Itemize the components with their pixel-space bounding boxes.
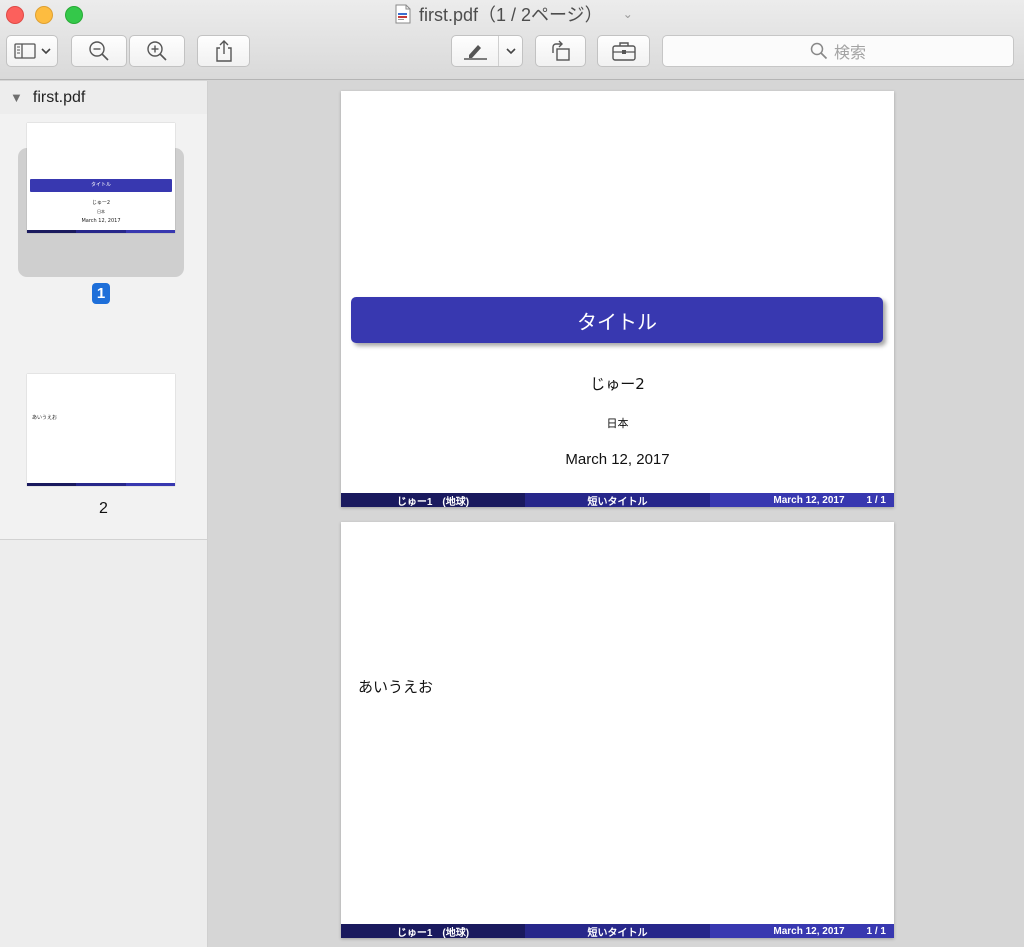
- disclosure-triangle-icon[interactable]: ▼: [10, 90, 23, 105]
- minimize-window-button[interactable]: [35, 6, 53, 24]
- close-window-button[interactable]: [6, 6, 24, 24]
- search-icon: [810, 42, 828, 60]
- sidebar-view-button[interactable]: [6, 35, 58, 67]
- rotate-button[interactable]: [535, 35, 586, 67]
- footer-page-count: 1 / 1: [866, 494, 886, 506]
- zoom-in-button[interactable]: [129, 35, 185, 67]
- markup-toolbox-button[interactable]: [597, 35, 650, 67]
- zoom-out-icon: [89, 41, 109, 61]
- sidebar-icon: [14, 43, 36, 59]
- slide-date: March 12, 2017: [565, 451, 670, 468]
- thumbnail-sidebar: ▼ first.pdf タイトル じゅー2 日本 March 12, 2017 …: [0, 81, 208, 947]
- footer-date: March 12, 2017: [773, 494, 845, 506]
- thumbnail-title-band: タイトル: [30, 179, 172, 192]
- window-title-text: first.pdf（1 / 2ページ）: [419, 5, 603, 25]
- chevron-down-icon[interactable]: ⌄: [623, 7, 633, 21]
- markup-dropdown[interactable]: [498, 36, 522, 66]
- footer-page-count: 1 / 1: [866, 925, 886, 937]
- thumbnail-author: じゅー2: [91, 200, 111, 206]
- window-titlebar: first.pdf（1 / 2ページ） ⌄ 検索: [0, 0, 1024, 80]
- toolbox-icon: [611, 42, 636, 61]
- search-field[interactable]: 検索: [662, 35, 1014, 67]
- sidebar-document-header[interactable]: ▼ first.pdf: [0, 81, 207, 114]
- page-thumbnail-2[interactable]: あいうえお: [27, 374, 175, 486]
- slide-author: じゅー2: [590, 375, 645, 393]
- footer-short-title: 短いタイトル: [525, 493, 710, 507]
- thumbnail-footer: [27, 230, 175, 233]
- slide-title-block: タイトル: [351, 297, 883, 343]
- footer-author: じゅー1 (地球): [341, 493, 525, 507]
- page-number-label: 2: [99, 500, 108, 517]
- markup-pen-button[interactable]: [451, 35, 523, 67]
- slide-footer: じゅー1 (地球) 短いタイトル March 12, 2017 1 / 1: [341, 924, 894, 938]
- slide-institute: 日本: [606, 417, 629, 430]
- rotate-icon: [551, 40, 570, 61]
- thumbnail-footer: [27, 483, 175, 486]
- pdf-page-1: タイトル じゅー2 日本 March 12, 2017 じゅー1 (地球) 短い…: [341, 91, 894, 507]
- pdf-page-2: あいうえお じゅー1 (地球) 短いタイトル March 12, 2017 1 …: [341, 522, 894, 938]
- pen-icon: [464, 45, 487, 60]
- search-placeholder: 検索: [833, 45, 866, 62]
- footer-short-title: 短いタイトル: [525, 924, 710, 938]
- thumbnail-institute: 日本: [97, 209, 105, 214]
- thumbnail-list: タイトル じゅー2 日本 March 12, 2017 1 あいうえお 2: [0, 114, 207, 540]
- thumbnail-date: March 12, 2017: [81, 218, 121, 224]
- chevron-down-icon: [505, 47, 516, 54]
- footer-date: March 12, 2017: [773, 925, 845, 937]
- window-title[interactable]: first.pdf（1 / 2ページ） ⌄: [395, 3, 633, 25]
- chevron-down-icon: [41, 48, 51, 55]
- slide-body-text: あいうえお: [358, 678, 434, 696]
- pdf-document-icon: [395, 4, 411, 24]
- footer-date-pages: March 12, 2017 1 / 1: [710, 924, 894, 938]
- slide-footer: じゅー1 (地球) 短いタイトル March 12, 2017 1 / 1: [341, 493, 894, 507]
- share-icon: [215, 40, 232, 62]
- footer-author: じゅー1 (地球): [341, 924, 525, 938]
- zoom-in-icon: [147, 41, 167, 61]
- zoom-out-button[interactable]: [71, 35, 127, 67]
- share-button[interactable]: [197, 35, 250, 67]
- zoom-window-button[interactable]: [65, 6, 83, 24]
- thumbnail-body-text: あいうえお: [32, 415, 58, 421]
- page-thumbnail-1[interactable]: タイトル じゅー2 日本 March 12, 2017: [27, 123, 175, 233]
- page-number-badge-selected: 1: [92, 283, 110, 304]
- footer-date-pages: March 12, 2017 1 / 1: [710, 493, 894, 507]
- sidebar-document-name: first.pdf: [32, 88, 86, 106]
